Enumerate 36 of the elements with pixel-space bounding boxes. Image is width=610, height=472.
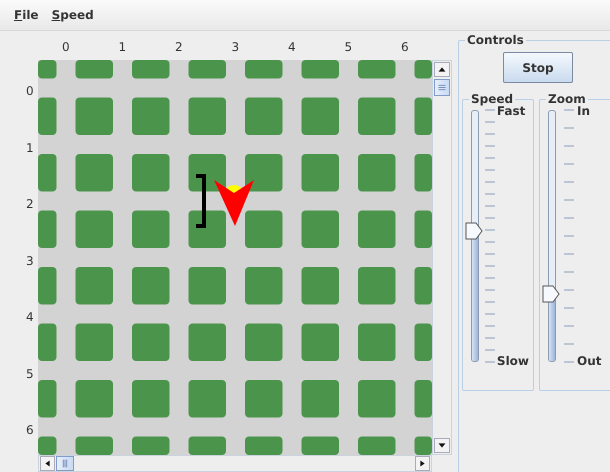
column-label: 4 — [288, 39, 296, 56]
column-label: 6 — [401, 39, 409, 56]
scroll-thumb[interactable] — [434, 79, 450, 96]
vertical-scrollbar[interactable] — [432, 60, 452, 455]
scroll-right-button[interactable] — [415, 456, 430, 471]
bracket-icon — [196, 174, 206, 228]
row-label: 1 — [26, 140, 34, 156]
slider-thumb[interactable] — [542, 284, 560, 303]
row-label: 5 — [26, 366, 34, 382]
row-label: 0 — [26, 83, 34, 100]
row-label: 4 — [26, 309, 34, 326]
column-label: 1 — [118, 39, 126, 56]
panel-title: Controls — [466, 34, 525, 46]
robot-icon — [214, 180, 254, 226]
row-label: 2 — [26, 196, 34, 213]
min-label: Out — [577, 355, 602, 367]
scroll-left-button[interactable] — [40, 456, 55, 471]
min-label: Slow — [496, 355, 530, 367]
scroll-down-button[interactable] — [434, 438, 450, 453]
column-label: 5 — [344, 39, 352, 56]
scroll-thumb[interactable] — [56, 456, 74, 471]
max-label: Fast — [496, 105, 526, 117]
slider-thumb[interactable] — [465, 222, 483, 240]
max-label: In — [577, 105, 592, 117]
column-label: 3 — [232, 39, 240, 56]
column-label: 2 — [175, 39, 183, 56]
group-title: Zoom — [547, 93, 587, 105]
menu-item[interactable]: File — [14, 6, 39, 24]
stop-button[interactable]: Stop — [503, 52, 573, 83]
menu-item[interactable]: Speed — [52, 6, 94, 24]
horizontal-scrollbar[interactable] — [38, 455, 432, 472]
row-label: 3 — [26, 252, 34, 270]
group-title: Speed — [470, 93, 514, 105]
scroll-up-button[interactable] — [434, 62, 450, 77]
row-label: 6 — [26, 422, 34, 439]
column-label: 0 — [62, 39, 70, 56]
